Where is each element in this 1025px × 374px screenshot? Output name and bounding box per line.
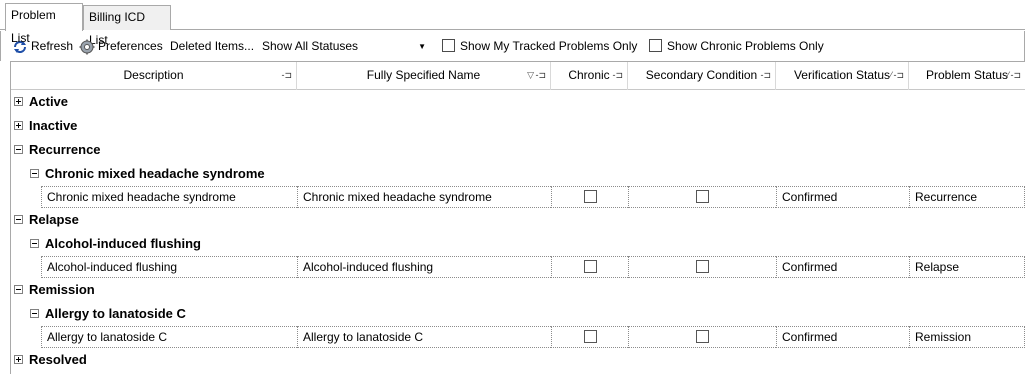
group-label: Active — [29, 94, 69, 109]
column-header-secondary-condition[interactable]: Secondary Condition -⊐ — [628, 62, 776, 90]
sort-icon[interactable]: ⁄ — [1007, 62, 1009, 89]
expand-icon[interactable] — [14, 97, 23, 106]
subgroup-remission[interactable]: Allergy to lanatoside C — [11, 302, 1025, 326]
collapse-icon[interactable] — [30, 309, 39, 318]
column-header-fully-specified-name[interactable]: Fully Specified Name ▽ -⊐ — [297, 62, 551, 90]
pin-icon[interactable]: -⊐ — [535, 62, 546, 89]
grid-header: Description -⊐ Fully Specified Name ▽ -⊐… — [11, 62, 1025, 90]
group-label: Relapse — [29, 212, 79, 227]
group-label: Resolved — [29, 352, 87, 367]
problem-grid: Description -⊐ Fully Specified Name ▽ -⊐… — [10, 61, 1025, 374]
cell-secondary-condition — [628, 326, 776, 348]
chronic-checkbox[interactable] — [583, 260, 597, 274]
pin-icon[interactable]: -⊐ — [612, 62, 623, 89]
sort-icon[interactable]: ⁄ — [890, 62, 892, 89]
group-label: Inactive — [29, 118, 78, 133]
column-label: Problem Status — [925, 68, 1009, 82]
subgroup-recurrence[interactable]: Chronic mixed headache syndrome — [11, 162, 1025, 186]
chronic-checkbox[interactable] — [583, 330, 597, 344]
cell-fully-specified-name: Allergy to lanatoside C — [297, 326, 551, 348]
table-row[interactable]: Allergy to lanatoside C Allergy to lanat… — [11, 326, 1025, 348]
cell-secondary-condition — [628, 256, 776, 278]
collapse-icon[interactable] — [14, 215, 23, 224]
cell-problem-status: Relapse — [909, 256, 1025, 278]
column-header-verification-status[interactable]: Verification Status ⁄ -⊐ — [776, 62, 909, 90]
column-header-chronic[interactable]: Chronic -⊐ — [551, 62, 628, 90]
group-label: Remission — [29, 282, 95, 297]
status-filter-value: Show All Statuses — [262, 39, 359, 53]
column-label: Secondary Condition — [645, 68, 758, 82]
secondary-condition-checkbox[interactable] — [696, 330, 709, 344]
cell-problem-status: Recurrence — [909, 186, 1025, 208]
tab-billing-icd-list[interactable]: Billing ICD List — [83, 5, 171, 47]
secondary-condition-checkbox[interactable] — [696, 260, 709, 274]
cell-chronic — [551, 326, 628, 348]
cell-description: Alcohol-induced flushing — [41, 256, 297, 278]
tab-bar: Problem List Billing ICD List — [0, 0, 1025, 47]
collapse-icon[interactable] — [14, 285, 23, 294]
cell-fully-specified-name: Chronic mixed headache syndrome — [297, 186, 551, 208]
subgroup-label: Alcohol-induced flushing — [45, 236, 201, 251]
cell-verification-status: Confirmed — [776, 326, 909, 348]
refresh-label: Refresh — [31, 39, 74, 53]
pin-icon[interactable]: -⊐ — [893, 62, 904, 89]
column-label: Fully Specified Name — [366, 68, 481, 82]
cell-verification-status: Confirmed — [776, 186, 909, 208]
tab-problem-list[interactable]: Problem List — [5, 3, 83, 45]
column-label: Chronic — [568, 68, 610, 82]
tracked-problems-checkbox[interactable]: Show My Tracked Problems Only — [442, 31, 637, 61]
group-remission[interactable]: Remission — [11, 278, 1025, 302]
tracked-checkbox-box[interactable] — [442, 39, 455, 53]
tracked-label: Show My Tracked Problems Only — [460, 39, 638, 53]
filter-icon[interactable]: ▽ — [527, 62, 534, 89]
cell-verification-status: Confirmed — [776, 256, 909, 278]
subgroup-label: Chronic mixed headache syndrome — [45, 166, 265, 181]
preferences-button[interactable]: Preferences — [79, 31, 163, 61]
column-label: Description — [123, 68, 184, 82]
expand-icon[interactable] — [14, 121, 23, 130]
chronic-checkbox-box[interactable] — [649, 39, 662, 53]
pin-icon[interactable]: -⊐ — [281, 62, 292, 89]
collapse-icon[interactable] — [30, 169, 39, 178]
subgroup-label: Allergy to lanatoside C — [45, 306, 186, 321]
group-label: Recurrence — [29, 142, 101, 157]
table-row[interactable]: Chronic mixed headache syndrome Chronic … — [11, 186, 1025, 208]
column-label: Verification Status — [793, 68, 891, 82]
subgroup-relapse[interactable]: Alcohol-induced flushing — [11, 232, 1025, 256]
group-relapse[interactable]: Relapse — [11, 208, 1025, 232]
group-resolved[interactable]: Resolved — [11, 348, 1025, 372]
cell-secondary-condition — [628, 186, 776, 208]
preferences-label: Preferences — [98, 39, 163, 53]
table-row[interactable]: Alcohol-induced flushing Alcohol-induced… — [11, 256, 1025, 278]
status-filter-dropdown[interactable]: Show All Statuses ▼ — [258, 37, 430, 56]
chronic-problems-checkbox[interactable]: Show Chronic Problems Only — [649, 31, 824, 61]
collapse-icon[interactable] — [30, 239, 39, 248]
group-active[interactable]: Active — [11, 90, 1025, 114]
column-header-description[interactable]: Description -⊐ — [11, 62, 297, 90]
cell-problem-status: Remission — [909, 326, 1025, 348]
expand-icon[interactable] — [14, 355, 23, 364]
dropdown-arrow-icon: ▼ — [418, 42, 426, 51]
cell-description: Allergy to lanatoside C — [41, 326, 297, 348]
pin-icon[interactable]: -⊐ — [1010, 62, 1021, 89]
gear-icon — [79, 39, 95, 55]
group-recurrence[interactable]: Recurrence — [11, 138, 1025, 162]
cell-description: Chronic mixed headache syndrome — [41, 186, 297, 208]
pin-icon[interactable]: -⊐ — [760, 62, 771, 89]
toolbar: Refresh Preferences Deleted Items... Sho… — [0, 31, 1025, 61]
secondary-condition-checkbox[interactable] — [696, 190, 709, 204]
chronic-checkbox[interactable] — [583, 190, 597, 204]
cell-chronic — [551, 186, 628, 208]
cell-chronic — [551, 256, 628, 278]
deleted-items-button[interactable]: Deleted Items... — [170, 31, 254, 61]
column-header-problem-status[interactable]: Problem Status ⁄ -⊐ — [909, 62, 1025, 90]
collapse-icon[interactable] — [14, 145, 23, 154]
group-inactive[interactable]: Inactive — [11, 114, 1025, 138]
chronic-label: Show Chronic Problems Only — [667, 39, 824, 53]
cell-fully-specified-name: Alcohol-induced flushing — [297, 256, 551, 278]
